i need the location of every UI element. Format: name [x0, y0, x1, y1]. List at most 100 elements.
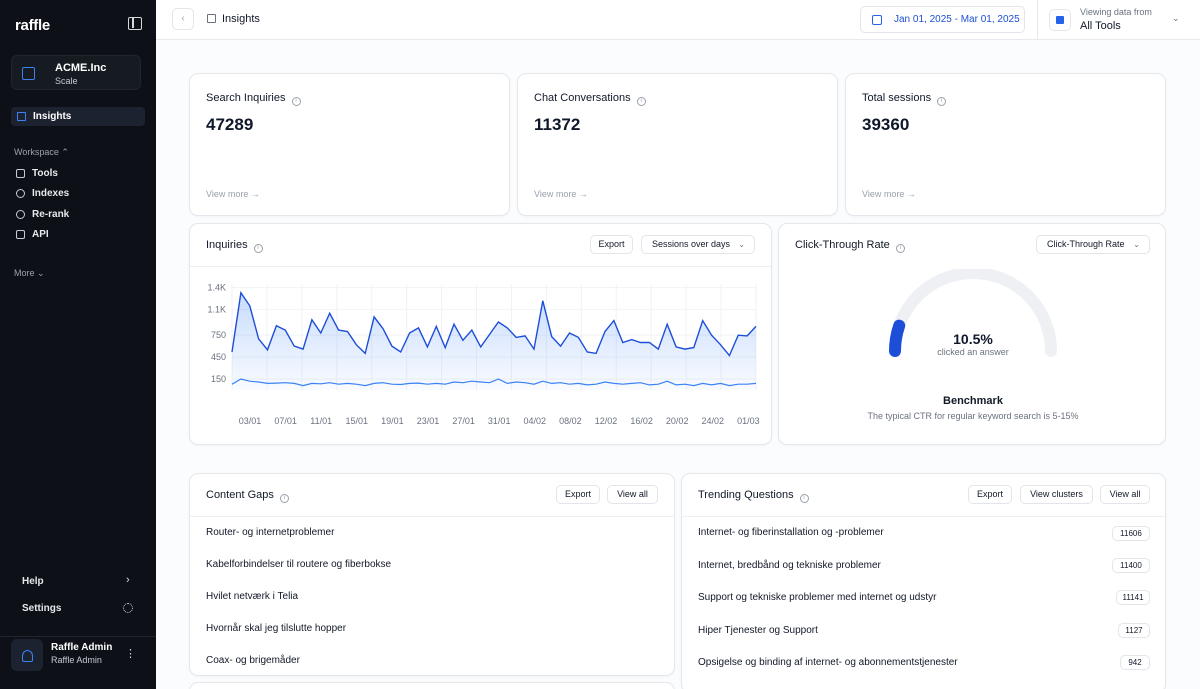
ctr-card: Click-Through Rate i Click-Through Rate ⌄ …: [778, 223, 1166, 445]
app-logo[interactable]: raffle: [15, 17, 50, 34]
sidebar-item-tools[interactable]: Tools: [16, 166, 136, 182]
gear-icon[interactable]: [123, 603, 133, 613]
stat-value: 11372: [534, 115, 581, 134]
x-tick-label: 07/01: [274, 416, 297, 426]
x-tick-label: 01/03: [737, 416, 760, 426]
chevron-right-icon: ›: [126, 574, 130, 586]
sidebar-item-insights[interactable]: Insights: [11, 107, 145, 126]
count-badge: 942: [1120, 655, 1150, 670]
user-name: Raffle Admin: [51, 642, 113, 653]
view-more-link[interactable]: View more →: [534, 189, 588, 199]
stat-value: 47289: [206, 115, 254, 134]
y-tick-label: 450: [211, 352, 226, 362]
x-tick-label: 11/01: [310, 416, 332, 426]
sidebar-item-rerank[interactable]: Re-rank: [16, 207, 136, 223]
info-icon[interactable]: i: [799, 494, 809, 503]
refresh-icon: [16, 210, 25, 219]
y-tick-label: 1.4K: [207, 283, 226, 293]
view-clusters-button[interactable]: View clusters: [1020, 485, 1093, 504]
divider: [682, 516, 1165, 517]
sidebar-item-label: Insights: [33, 111, 72, 122]
avatar[interactable]: [11, 639, 43, 671]
divider: [190, 516, 674, 517]
chart-mode-select[interactable]: Sessions over days ⌄: [641, 235, 755, 254]
workspace-section-toggle[interactable]: Workspace ⌃: [14, 147, 69, 158]
list-item[interactable]: Support og tekniske problemer med intern…: [698, 592, 936, 603]
count-badge: 1127: [1118, 623, 1150, 638]
sidebar-item-api[interactable]: API: [16, 227, 136, 243]
list-item[interactable]: Internet, bredbånd og tekniske problemer: [698, 560, 881, 571]
list-item[interactable]: Opsigelse og binding af internet- og abo…: [698, 657, 958, 668]
sidebar-item-label: Indexes: [32, 188, 70, 199]
ctr-value: 10.5%: [953, 331, 993, 347]
stat-label: Chat Conversations i: [534, 92, 646, 106]
ctr-mode-select[interactable]: Click-Through Rate ⌄: [1036, 235, 1150, 254]
more-options-icon[interactable]: ⋮: [125, 647, 136, 660]
building-icon: [22, 67, 35, 80]
list-item[interactable]: Router- og internetproblemer: [206, 527, 334, 538]
topbar: ‹ Insights Jan 01, 2025 - Mar 01, 2025 V…: [156, 0, 1200, 40]
count-badge: 11606: [1112, 526, 1150, 541]
back-button[interactable]: ‹: [172, 8, 194, 30]
sidebar-item-label: API: [32, 229, 49, 240]
list-item[interactable]: Kabelforbindelser til routere og fiberbo…: [206, 559, 391, 570]
x-tick-label: 20/02: [666, 416, 689, 426]
y-tick-label: 150: [211, 374, 226, 384]
x-tick-label: 31/01: [488, 416, 511, 426]
list-item[interactable]: Internet- og fiberinstallation og -probl…: [698, 527, 884, 538]
series-area: [232, 292, 756, 390]
x-tick-label: 24/02: [702, 416, 725, 426]
list-item[interactable]: Coax- og brigemåder: [206, 655, 300, 666]
chevron-down-icon[interactable]: ⌄: [1172, 13, 1180, 24]
database-icon: [16, 189, 25, 198]
info-icon[interactable]: i: [895, 244, 905, 253]
org-plan: Scale: [55, 76, 78, 86]
ctr-sub: clicked an answer: [937, 347, 1009, 357]
viewing-data-label: Viewing data from: [1080, 7, 1152, 17]
info-icon[interactable]: i: [291, 97, 301, 106]
export-button[interactable]: Export: [590, 235, 633, 254]
more-section-toggle[interactable]: More ⌄: [14, 268, 45, 279]
stat-label: Total sessions i: [862, 92, 947, 106]
sidebar-item-label: Tools: [32, 168, 58, 179]
tool-selector[interactable]: All Tools: [1080, 20, 1121, 32]
stat-label: Search Inquiries i: [206, 92, 301, 106]
api-icon: [16, 230, 25, 239]
next-card: [189, 682, 675, 689]
sidebar: raffle ACME.Inc Scale Insights Workspace…: [0, 0, 156, 689]
export-button[interactable]: Export: [556, 485, 600, 504]
view-more-link[interactable]: View more →: [862, 189, 916, 199]
view-all-button[interactable]: View all: [607, 485, 658, 504]
inquiries-chart: 1.4K 1.1K 750 450 150 03/01 07/01 11/01 15/01 19/…: [207, 283, 760, 426]
tools-icon: [1049, 9, 1071, 31]
stat-value: 39360: [862, 115, 910, 134]
view-more-link[interactable]: View more →: [206, 189, 260, 199]
list-item[interactable]: Hvornår skal jeg tilslutte hopper: [206, 623, 346, 634]
x-tick-label: 15/01: [346, 416, 369, 426]
benchmark-title: Benchmark: [943, 395, 1003, 407]
count-badge: 11141: [1116, 590, 1150, 605]
list-item[interactable]: Hvilet netværk i Telia: [206, 591, 298, 602]
card-title: Inquiries i: [206, 239, 263, 253]
org-name: ACME.Inc: [55, 62, 107, 74]
trending-questions-card: Trending Questions i Export View clusters…: [681, 473, 1166, 689]
list-item[interactable]: Hiper Tjenester og Support: [698, 625, 818, 636]
sidebar-item-indexes[interactable]: Indexes: [16, 186, 136, 202]
inquiries-card: Inquiries i Export Sessions over days ⌄ 1.…: [189, 223, 772, 445]
info-icon[interactable]: i: [279, 494, 289, 503]
settings-link[interactable]: Settings: [22, 603, 61, 614]
card-title: Trending Questions i: [698, 489, 809, 503]
export-button[interactable]: Export: [968, 485, 1012, 504]
user-role: Raffle Admin: [51, 655, 102, 665]
info-icon[interactable]: i: [253, 244, 263, 253]
sidebar-toggle-icon[interactable]: [128, 17, 142, 30]
x-tick-label: 27/01: [452, 416, 475, 426]
info-icon[interactable]: i: [937, 97, 947, 106]
help-link[interactable]: Help: [22, 576, 44, 587]
calendar-icon: [872, 15, 882, 25]
card-title: Click-Through Rate i: [795, 239, 905, 253]
view-all-button[interactable]: View all: [1100, 485, 1150, 504]
org-switcher[interactable]: ACME.Inc Scale: [11, 55, 141, 90]
date-range-button[interactable]: Jan 01, 2025 - Mar 01, 2025: [860, 6, 1025, 33]
info-icon[interactable]: i: [636, 97, 646, 106]
